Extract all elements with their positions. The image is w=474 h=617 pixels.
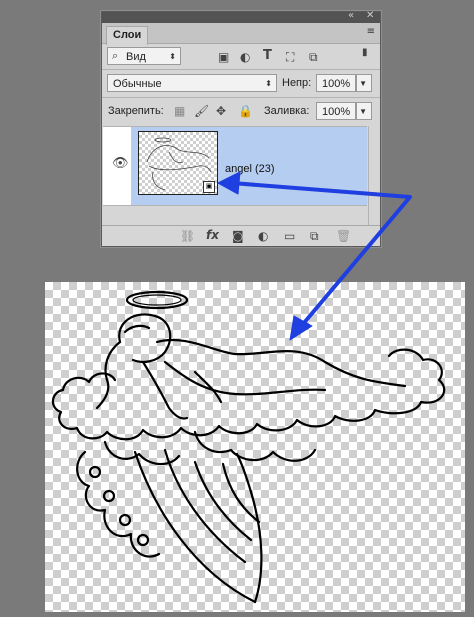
scrollbar[interactable] [368, 126, 379, 226]
mask-icon[interactable]: ◙ [232, 229, 244, 243]
layers-panel: « ✕ Слои ≡ ⌕ Вид ⬍ ▣ ◐ T ⛶ ⧉ ▮ Обычные ⬍… [101, 10, 381, 247]
chevron-down-icon: ▼ [359, 107, 367, 116]
panel-top-bar: « ✕ [102, 10, 380, 23]
filter-smart-icon[interactable]: ⧉ [309, 50, 318, 64]
close-icon[interactable]: ✕ [366, 10, 374, 21]
adjustment-icon[interactable]: ◐ [258, 229, 268, 243]
blend-mode-value: Обычные [113, 78, 162, 90]
panel-tabbar: Слои ≡ [102, 23, 380, 45]
layer-name[interactable]: angel (23) [225, 163, 275, 175]
lock-brush-icon[interactable]: 🖌 [194, 104, 209, 118]
lock-row: Закрепить: ▦ 🖌 ✥ 🔒 Заливка: 100% ▼ [102, 98, 380, 124]
opacity-label: Непр: [282, 77, 312, 89]
eye-icon[interactable]: 👁 [112, 157, 129, 171]
trash-icon[interactable]: 🗑 [336, 229, 351, 243]
fill-label: Заливка: [264, 105, 310, 117]
opacity-dropdown[interactable]: ▼ [356, 74, 372, 92]
filter-row: ⌕ Вид ⬍ ▣ ◐ T ⛶ ⧉ ▮ [102, 44, 380, 68]
fill-dropdown[interactable]: ▼ [356, 102, 372, 120]
layer-row[interactable]: 👁 ▣ angel (23) [103, 126, 367, 206]
layer-thumbnail: ▣ [138, 131, 218, 195]
lock-move-icon[interactable]: ✥ [216, 104, 226, 118]
smart-object-icon: ▣ [203, 181, 215, 193]
lock-all-icon[interactable]: 🔒 [238, 104, 253, 118]
lock-transparency-icon[interactable]: ▦ [174, 104, 185, 118]
opacity-input[interactable]: 100% [316, 74, 356, 92]
panel-bottom-bar: ⛓ fx ◙ ◐ ▭ ⧉ 🗑 [102, 225, 380, 246]
blend-row: Обычные ⬍ Непр: 100% ▼ [102, 70, 380, 96]
link-icon[interactable]: ⛓ [180, 229, 195, 243]
collapse-icon[interactable]: « [348, 10, 354, 21]
filter-label: Вид [126, 51, 146, 63]
filter-shape-icon[interactable]: ⛶ [286, 50, 294, 64]
tab-layers[interactable]: Слои [106, 26, 149, 45]
fill-input[interactable]: 100% [316, 102, 356, 120]
filter-type-icon[interactable]: T [263, 49, 272, 63]
angel-artwork [51, 290, 446, 604]
filter-toggle-icon[interactable]: ▮ [362, 46, 368, 60]
chevron-down-icon: ▼ [359, 79, 367, 88]
folder-icon[interactable]: ▭ [284, 229, 295, 243]
chevron-updown-icon: ⬍ [169, 52, 176, 61]
filter-adjustment-icon[interactable]: ◐ [240, 50, 250, 64]
blend-mode-dropdown[interactable]: Обычные ⬍ [107, 74, 277, 92]
chevron-updown-icon: ⬍ [265, 79, 272, 88]
lock-label: Закрепить: [108, 105, 164, 117]
panel-menu-icon[interactable]: ≡ [367, 26, 375, 37]
fx-icon[interactable]: fx [206, 228, 219, 242]
document-canvas[interactable] [45, 282, 465, 612]
new-layer-icon[interactable]: ⧉ [310, 229, 319, 243]
search-icon: ⌕ [112, 49, 119, 62]
filter-dropdown[interactable]: ⌕ Вид ⬍ [107, 47, 181, 65]
filter-image-icon[interactable]: ▣ [218, 50, 229, 64]
